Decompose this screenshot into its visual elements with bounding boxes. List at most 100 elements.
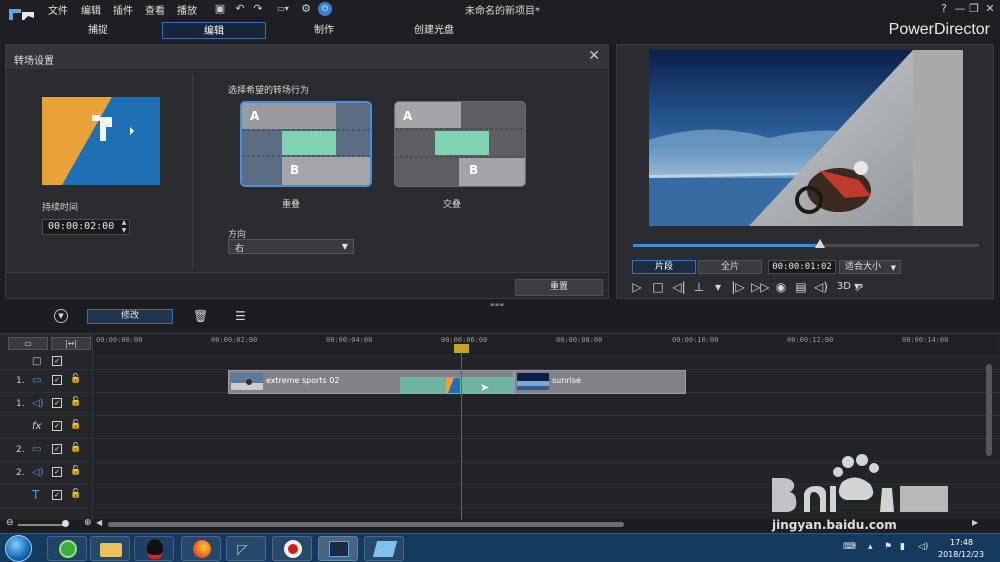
fast-forward-icon[interactable]: ▷▷	[751, 279, 769, 295]
tab-capture[interactable]: 捕捉	[46, 22, 150, 39]
check-icon[interactable]: ✓	[52, 421, 62, 431]
zoom-out-icon[interactable]: ⊖	[6, 518, 14, 528]
close-icon[interactable]: ✕	[588, 48, 600, 64]
zoom-in-icon[interactable]: ⊕	[84, 518, 92, 528]
track-manager-icon[interactable]: ▭	[8, 337, 48, 350]
restore-button[interactable]: ❐	[966, 1, 982, 17]
check-icon[interactable]: ✓	[52, 356, 62, 366]
network-icon[interactable]: ▮	[900, 542, 905, 552]
audio-track-icon: ◁)	[32, 398, 44, 409]
menu-view[interactable]: 查看	[145, 2, 165, 17]
keyboard-icon[interactable]: ⌨	[843, 542, 856, 552]
zoom-fit-select[interactable]: 适合大小 ▼	[839, 260, 901, 274]
gear-icon[interactable]: ⚙	[299, 2, 313, 16]
tab-edit[interactable]: 编辑	[162, 22, 266, 39]
transition-block[interactable]: ➤	[400, 377, 514, 394]
taskbar-app-qq[interactable]	[134, 536, 174, 561]
vertical-scrollbar[interactable]	[986, 364, 992, 456]
lock-icon[interactable]: 🔓	[70, 466, 81, 476]
popout-icon[interactable]: ⇗	[851, 279, 867, 295]
taskbar-app-explorer[interactable]	[90, 536, 130, 561]
horizontal-scrollbar[interactable]	[108, 522, 624, 527]
lock-icon[interactable]: 🔓	[70, 397, 81, 407]
taskbar-app-editor[interactable]	[364, 536, 404, 561]
split-icon[interactable]: ⊥	[691, 279, 707, 295]
taskbar-app-powerdirector[interactable]	[318, 536, 358, 561]
check-icon[interactable]: ✓	[52, 398, 62, 408]
crossfade-option[interactable]: A B	[394, 101, 526, 187]
modify-button[interactable]: 修改	[87, 309, 173, 324]
reset-button[interactable]: 重置	[515, 279, 603, 296]
clock-date[interactable]: 2018/12/23	[938, 550, 984, 559]
taskbar-app-recorder[interactable]	[272, 536, 312, 561]
duration-label: 持续时间	[42, 203, 79, 213]
taskbar-app-360[interactable]	[47, 536, 87, 561]
check-icon[interactable]: ✓	[52, 490, 62, 500]
menu-edit[interactable]: 编辑	[81, 2, 101, 17]
track-row-fx: fx ✓ 🔓	[0, 416, 1000, 439]
ruler-tick: 00:00:12:00	[787, 336, 834, 344]
help-button[interactable]: ?	[936, 1, 952, 17]
mouse-cursor-icon: ➤	[480, 381, 490, 394]
lock-icon[interactable]: 🔓	[70, 374, 81, 384]
snapshot-icon[interactable]: ◉	[773, 279, 789, 295]
lock-icon[interactable]: 🔓	[70, 420, 81, 430]
check-icon[interactable]: ✓	[52, 375, 62, 385]
track-number: 2.	[16, 468, 25, 478]
lock-icon[interactable]: 🔓	[70, 489, 81, 499]
timecode-display[interactable]: 00:00:01:02	[768, 260, 836, 274]
marker-icon[interactable]: ▾	[710, 279, 726, 295]
aspect-ratio-icon[interactable]: ▭▾	[272, 2, 294, 16]
volume-icon[interactable]: ◁)	[813, 279, 829, 295]
redo-icon[interactable]: ↷	[251, 2, 265, 16]
save-icon[interactable]: ▣	[213, 2, 227, 16]
check-icon[interactable]: ✓	[52, 444, 62, 454]
lock-icon[interactable]: 🔓	[70, 443, 81, 453]
zoom-slider-handle[interactable]	[62, 520, 69, 527]
stop-icon[interactable]: □	[650, 279, 666, 295]
flag-icon[interactable]: ⚑	[884, 542, 892, 552]
firefox-icon	[193, 540, 211, 558]
playhead[interactable]	[461, 348, 462, 520]
title-bar: 文件 编辑 插件 查看 播放 ▣ ↶ ↷ ▭▾ ⚙ ⏻ 未命名的新项目* ? —…	[0, 0, 1000, 32]
threed-label: 3D	[836, 281, 851, 292]
volume-tray-icon[interactable]: ◁)	[918, 542, 928, 552]
video-clip-sunrise[interactable]: sunrise	[514, 370, 686, 394]
check-icon[interactable]: ✓	[52, 467, 62, 477]
duration-stepper[interactable]: ▲ ▼	[118, 219, 130, 235]
scroll-left-icon[interactable]: ◀	[96, 518, 102, 527]
play-icon[interactable]: ▷	[629, 279, 645, 295]
clip-mode-button[interactable]: 片段	[632, 260, 696, 274]
taskbar-app-camtasia[interactable]: ◸	[226, 536, 266, 561]
tab-create-disc[interactable]: 创建光盘	[382, 22, 486, 39]
zoom-slider[interactable]	[18, 524, 66, 526]
preview-scrubber[interactable]	[633, 239, 979, 248]
show-hidden-icon[interactable]: ▴	[868, 542, 873, 552]
menu-plugins[interactable]: 插件	[113, 2, 133, 17]
start-button[interactable]	[5, 535, 32, 562]
scrubber-handle[interactable]	[814, 239, 825, 248]
menu-file[interactable]: 文件	[48, 2, 68, 17]
undo-icon[interactable]: ↶	[233, 2, 247, 16]
trash-icon[interactable]: 🗑	[193, 309, 208, 323]
overlap-option[interactable]: A B	[240, 101, 372, 187]
chevron-down-icon[interactable]: ▼	[54, 309, 68, 323]
account-icon[interactable]: ⏻	[318, 2, 332, 16]
ruler-tick: 00:00:10:00	[672, 336, 719, 344]
close-window-button[interactable]: ✕	[982, 1, 998, 17]
timeline-ruler[interactable]: 00:00:00:00 00:00:02:00 00:00:04:00 00:0…	[94, 334, 998, 354]
clock-time[interactable]: 17:48	[950, 538, 973, 547]
playhead-handle[interactable]	[454, 344, 469, 353]
menu-play[interactable]: 播放	[177, 2, 197, 17]
movie-mode-button[interactable]: 全片	[698, 260, 762, 274]
scroll-right-icon[interactable]: ▶	[972, 518, 978, 527]
subtitles-icon[interactable]: ▤	[793, 279, 809, 295]
direction-select[interactable]: 右 ▼	[228, 239, 354, 254]
taskbar-app-firefox[interactable]	[181, 536, 221, 561]
tools-icon[interactable]: ☰	[235, 309, 246, 323]
next-frame-icon[interactable]: |▷	[730, 279, 746, 295]
tab-produce[interactable]: 制作	[272, 22, 376, 39]
fit-timeline-icon[interactable]: |↔|	[51, 337, 91, 350]
duration-input[interactable]: 00:00:02:00	[42, 219, 130, 235]
previous-frame-icon[interactable]: ◁|	[671, 279, 687, 295]
